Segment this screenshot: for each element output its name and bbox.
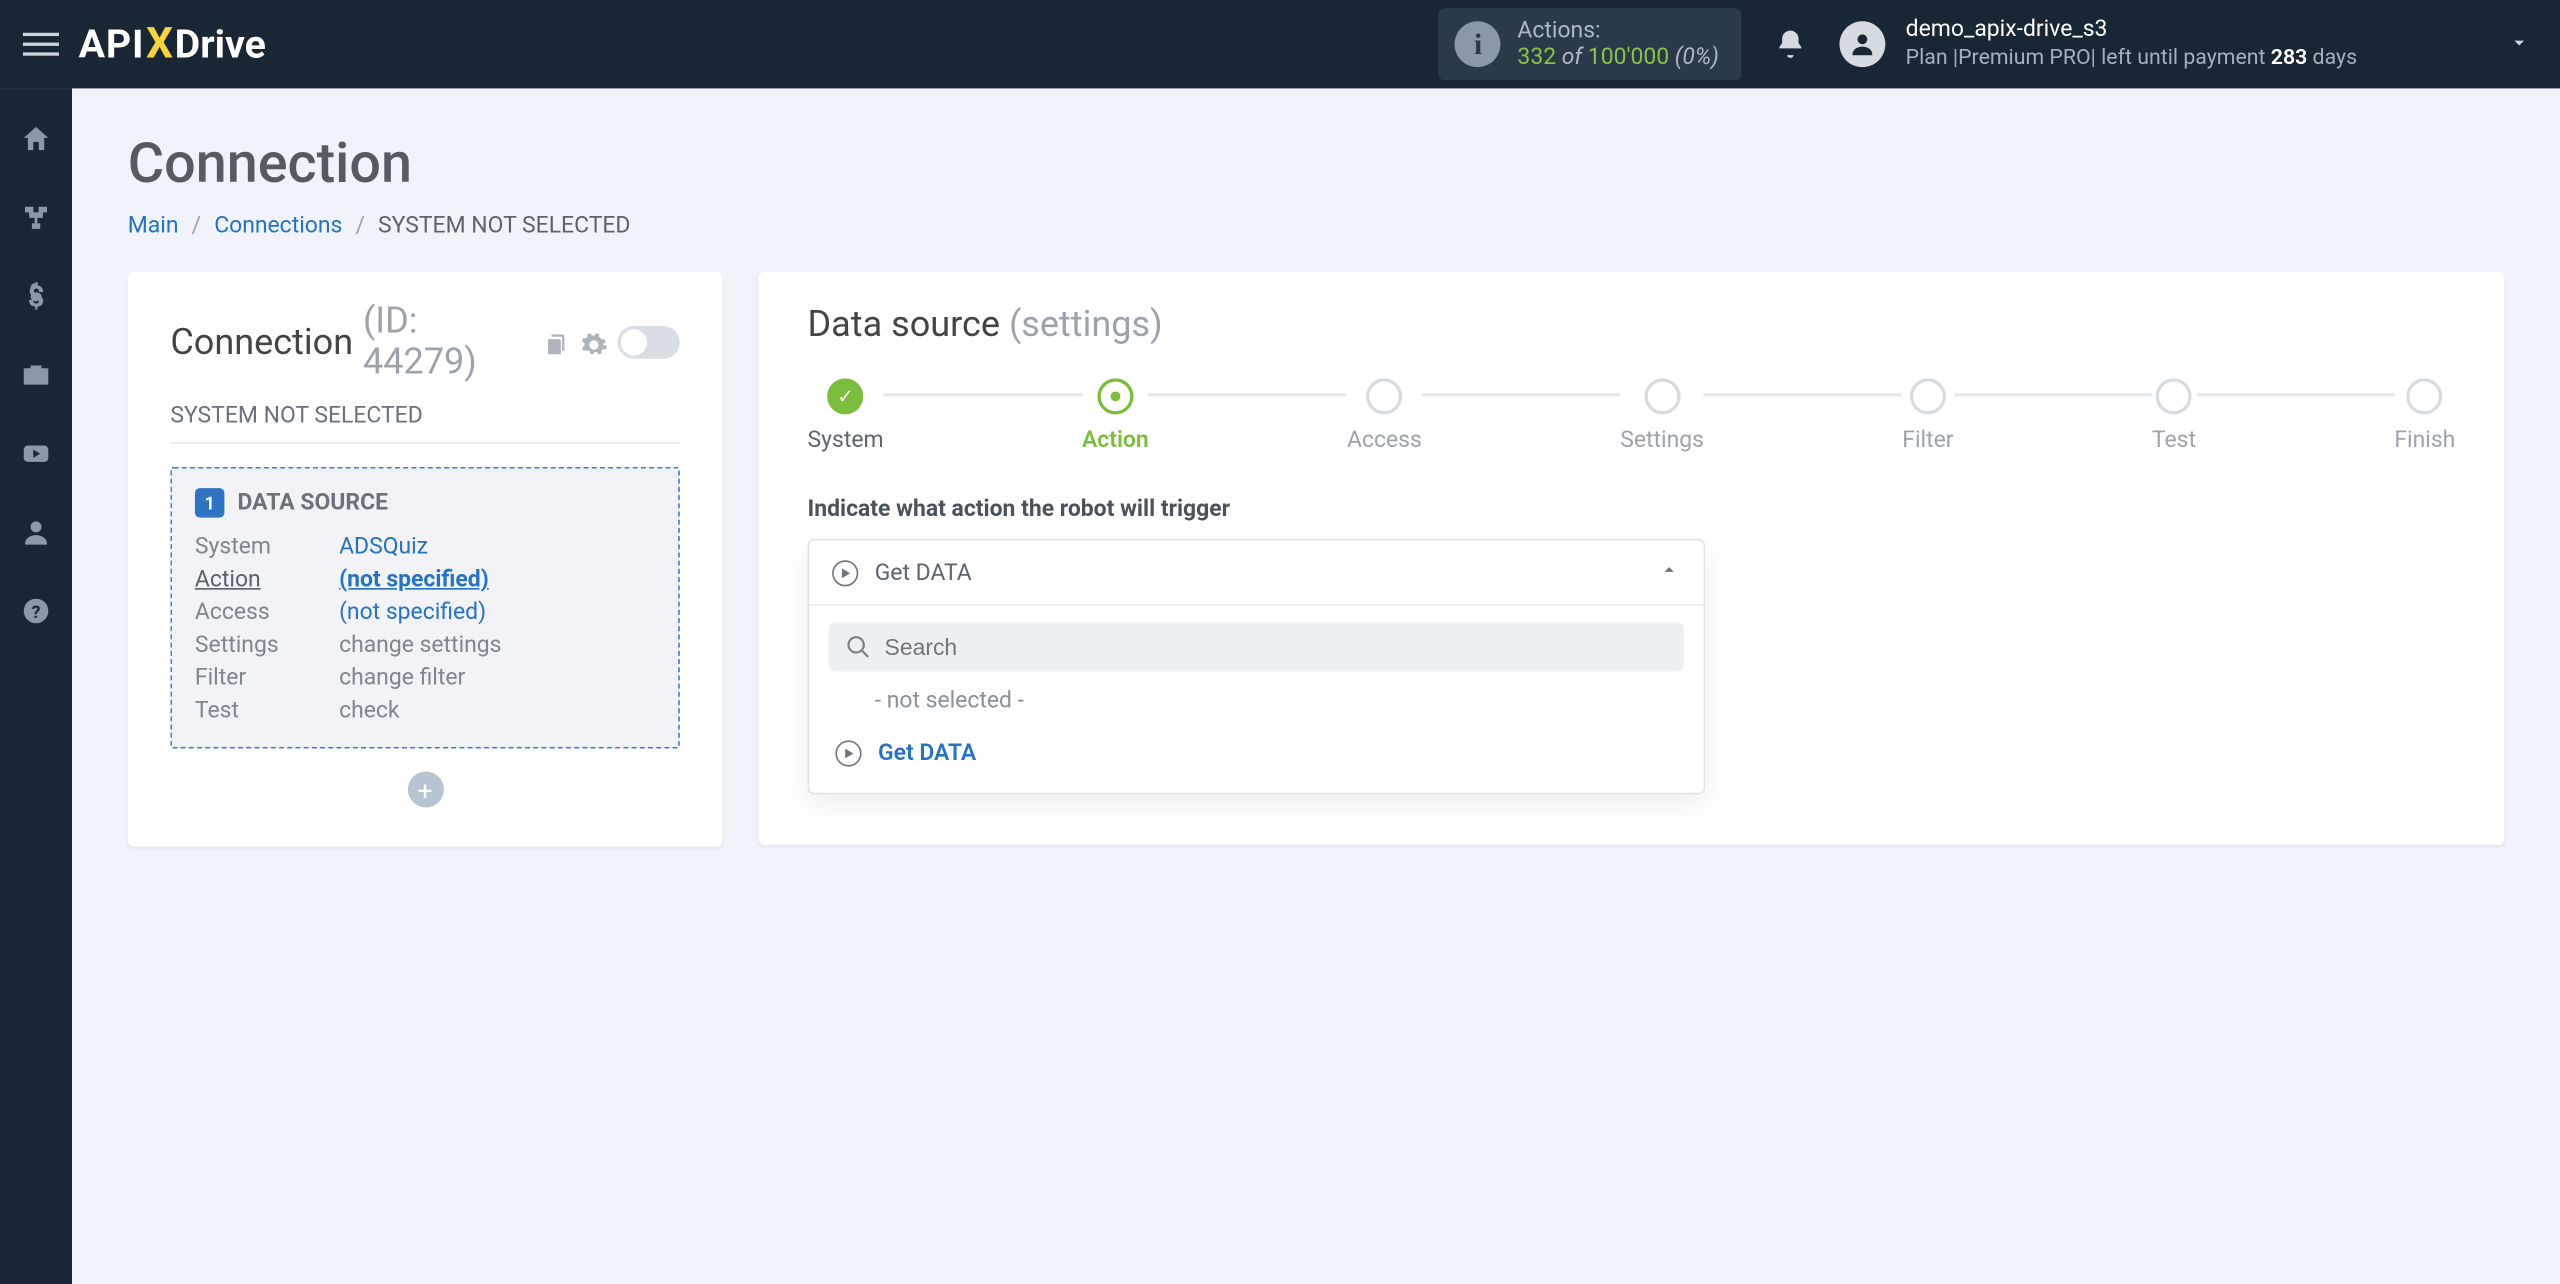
nav-account-icon[interactable] — [18, 514, 54, 550]
main-content: Connection Main / Connections / SYSTEM N… — [72, 88, 2560, 1284]
connection-id: (ID: 44279) — [363, 301, 532, 383]
row-access-key: Access — [195, 600, 339, 626]
user-name: demo_apix-drive_s3 — [1906, 17, 2357, 46]
step-settings[interactable]: Settings — [1620, 378, 1704, 453]
step-test[interactable]: Test — [2152, 378, 2196, 453]
svg-text:?: ? — [32, 603, 41, 623]
row-system-key: System — [195, 534, 339, 560]
breadcrumb-current: SYSTEM NOT SELECTED — [378, 213, 630, 239]
row-system-value[interactable]: ADSQuiz — [339, 534, 428, 560]
logo[interactable]: API X Drive — [79, 20, 266, 69]
breadcrumb: Main / Connections / SYSTEM NOT SELECTED — [128, 213, 2505, 239]
row-action-key: Action — [195, 567, 339, 593]
connection-sidebar-card: Connection (ID: 44279) SYSTEM NOT SELECT… — [128, 272, 723, 847]
nav-connections-icon[interactable] — [18, 200, 54, 236]
action-search[interactable] — [829, 622, 1684, 671]
connection-subtitle: SYSTEM NOT SELECTED — [170, 387, 679, 444]
action-search-input[interactable] — [885, 634, 1668, 660]
gear-icon[interactable] — [579, 328, 607, 357]
actions-label: Actions: — [1517, 18, 1719, 44]
wizard-stepper: ✓ System Action Access Settings Filter T… — [808, 378, 2456, 453]
action-option-get-data[interactable]: Get DATA — [829, 717, 1684, 769]
notifications-icon[interactable] — [1775, 28, 1808, 61]
right-title-muted: (settings) — [1009, 305, 1163, 346]
data-source-settings-card: Data source (settings) ✓ System Action A… — [758, 272, 2504, 845]
step-finish[interactable]: Finish — [2394, 378, 2455, 453]
right-title: Data source — [808, 305, 1000, 346]
row-filter-value[interactable]: change filter — [339, 665, 655, 691]
avatar[interactable] — [1840, 21, 1886, 67]
data-source-box[interactable]: 1 DATA SOURCE System ADSQuiz Action (not… — [170, 467, 679, 749]
search-icon — [845, 634, 871, 660]
row-action-value[interactable]: (not specified) — [339, 567, 489, 593]
step-system[interactable]: ✓ System — [808, 378, 884, 453]
info-icon: i — [1455, 21, 1501, 67]
breadcrumb-connections[interactable]: Connections — [214, 213, 342, 239]
page-title: Connection — [128, 131, 2505, 197]
menu-toggle-icon[interactable] — [23, 33, 59, 56]
breadcrumb-main[interactable]: Main — [128, 213, 179, 239]
action-select-toggle[interactable]: Get DATA — [809, 541, 1703, 607]
left-rail: $ ? — [0, 88, 72, 1284]
logo-text-drive: Drive — [175, 21, 266, 67]
row-filter-key: Filter — [195, 665, 339, 691]
action-selected-value: Get DATA — [875, 559, 972, 585]
nav-home-icon[interactable] — [18, 121, 54, 157]
add-destination-button[interactable]: + — [407, 771, 443, 807]
step-action[interactable]: Action — [1082, 378, 1149, 453]
data-source-heading: DATA SOURCE — [238, 490, 388, 516]
nav-projects-icon[interactable] — [18, 357, 54, 393]
actions-pct: (0%) — [1669, 44, 1719, 70]
action-select: Get DATA - not selected - Get DATA — [808, 539, 1706, 795]
logo-text-x: X — [146, 20, 173, 69]
play-icon — [832, 559, 858, 585]
nav-video-icon[interactable] — [18, 436, 54, 472]
nav-billing-icon[interactable]: $ — [18, 278, 54, 314]
nav-help-icon[interactable]: ? — [18, 593, 54, 629]
step-access[interactable]: Access — [1347, 378, 1422, 453]
chevron-up-icon — [1658, 557, 1681, 588]
data-source-badge: 1 — [195, 488, 224, 517]
row-test-key: Test — [195, 698, 339, 724]
action-option-none[interactable]: - not selected - — [829, 672, 1684, 718]
play-icon — [835, 740, 861, 766]
copy-icon[interactable] — [542, 328, 570, 357]
row-settings-value[interactable]: change settings — [339, 632, 655, 658]
step-filter[interactable]: Filter — [1902, 378, 1953, 453]
actions-used: 332 — [1517, 44, 1556, 70]
actions-counter[interactable]: i Actions: 332 of 100'000 (0%) — [1439, 8, 1742, 80]
row-access-value[interactable]: (not specified) — [339, 600, 486, 626]
row-settings-key: Settings — [195, 632, 339, 658]
actions-total: 100'000 — [1588, 44, 1669, 70]
user-block[interactable]: demo_apix-drive_s3 Plan |Premium PRO| le… — [1906, 17, 2357, 72]
action-field-label: Indicate what action the robot will trig… — [808, 496, 2456, 522]
topbar: API X Drive i Actions: 332 of 100'000 (0… — [0, 0, 2560, 88]
row-test-value[interactable]: check — [339, 698, 655, 724]
connection-title: Connection — [170, 322, 353, 363]
user-menu-caret-icon[interactable] — [2377, 29, 2531, 60]
connection-enabled-toggle[interactable] — [617, 326, 679, 359]
user-plan: Plan |Premium PRO| left until payment 28… — [1906, 45, 2357, 72]
logo-text-api: API — [79, 21, 145, 67]
